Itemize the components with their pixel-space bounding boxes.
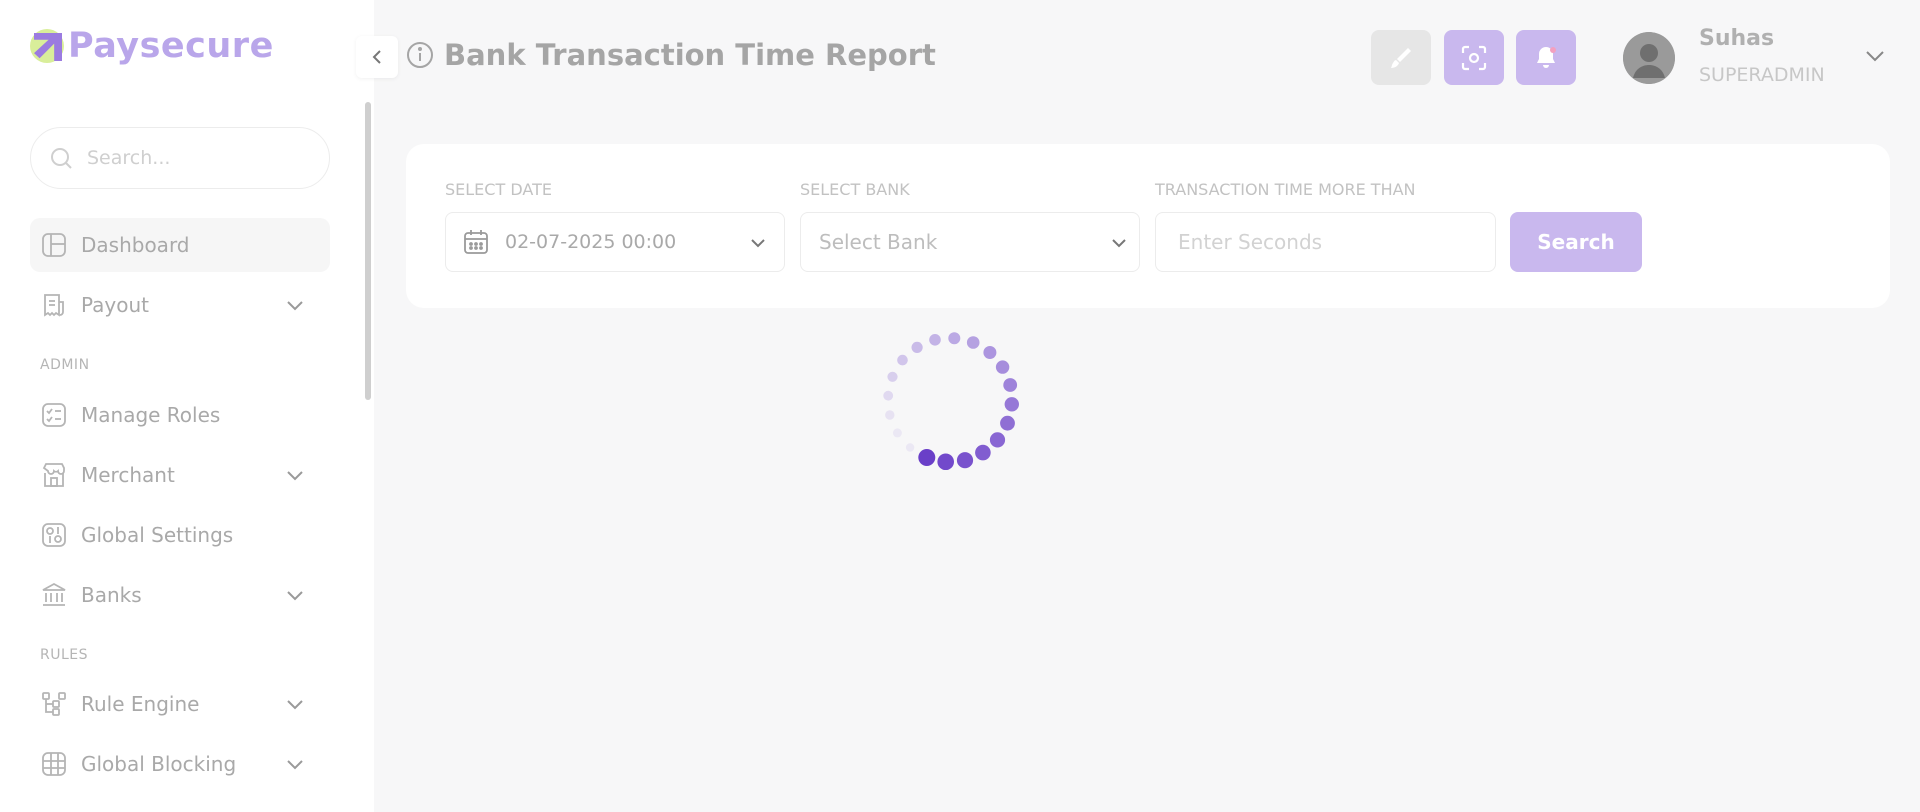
- spinner-dot: [905, 443, 915, 452]
- brush-icon: [1391, 47, 1411, 68]
- spinner-dot: [885, 410, 895, 420]
- chevron-down-icon: [1112, 239, 1126, 248]
- spinner-dot: [956, 452, 974, 469]
- sidebar-scrollbar[interactable]: [365, 102, 371, 400]
- select-bank-label: SELECT BANK: [800, 180, 910, 199]
- sidebar-item-label: Rule Engine: [81, 692, 200, 716]
- spinner-dot: [897, 354, 908, 366]
- dashboard-icon: [42, 233, 66, 257]
- spinner-dot: [983, 346, 997, 359]
- spinner-dot: [975, 444, 991, 461]
- chevron-down-icon: [287, 700, 303, 710]
- spinner-dot: [989, 432, 1006, 448]
- brand-name: Paysecure: [68, 26, 274, 66]
- chevron-down-icon: [287, 301, 303, 311]
- user-role: SUPERADMIN: [1699, 64, 1825, 86]
- sidebar-item-dashboard[interactable]: Dashboard: [30, 218, 330, 272]
- sidebar-item-label: Banks: [81, 583, 142, 607]
- chevron-left-icon: [372, 50, 381, 64]
- avatar[interactable]: [1623, 32, 1675, 84]
- calendar-icon: [464, 230, 488, 254]
- brand-logo[interactable]: Paysecure: [30, 26, 274, 66]
- user-name: Suhas: [1699, 26, 1775, 51]
- filter-card: SELECT DATE 02-07-2025 00:00 SELECT BANK…: [406, 144, 1890, 308]
- date-value: 02-07-2025 00:00: [505, 231, 677, 253]
- info-icon[interactable]: [406, 41, 434, 69]
- rule-engine-icon: [42, 692, 66, 716]
- spinner-dot: [966, 336, 980, 349]
- sidebar-item-label: Payout: [81, 293, 150, 317]
- transaction-time-label: TRANSACTION TIME MORE THAN: [1155, 180, 1416, 199]
- user-avatar-icon: [1623, 32, 1675, 84]
- sidebar-item-label: Global Settings: [81, 523, 234, 547]
- chevron-down-icon: [287, 760, 303, 770]
- sidebar-item-payout[interactable]: Payout: [30, 278, 330, 332]
- payout-icon: [44, 294, 64, 317]
- focus-icon: [1461, 45, 1487, 70]
- sidebar: Paysecure Dashboard Payout ADMIN Manage …: [0, 0, 374, 812]
- loading-spinner: [883, 332, 1019, 470]
- chevron-down-icon: [287, 471, 303, 481]
- global-blocking-icon: [42, 752, 66, 776]
- logo-mark-icon: [30, 29, 64, 63]
- sidebar-item-label: Merchant: [81, 463, 175, 487]
- search-icon: [51, 148, 72, 169]
- screenshot-button[interactable]: [1444, 30, 1504, 85]
- sidebar-item-rule-engine[interactable]: Rule Engine: [30, 677, 330, 731]
- section-label-rules: RULES: [40, 647, 89, 663]
- roles-icon: [42, 403, 66, 427]
- spinner-dot: [995, 360, 1010, 374]
- sidebar-item-label: Global Blocking: [81, 752, 237, 776]
- sidebar-item-banks[interactable]: Banks: [30, 568, 330, 622]
- seconds-field-wrapper: [1155, 212, 1496, 272]
- page-title: Bank Transaction Time Report: [444, 38, 936, 72]
- bank-select[interactable]: Select Bank: [800, 212, 1140, 272]
- spinner-dot: [911, 341, 923, 353]
- spinner-dot: [937, 453, 954, 470]
- theme-brush-button[interactable]: [1371, 30, 1431, 85]
- sidebar-item-label: Dashboard: [81, 233, 190, 257]
- bank-select-placeholder: Select Bank: [819, 230, 938, 254]
- spinner-dot: [892, 428, 902, 438]
- spinner-dot: [887, 371, 898, 382]
- collapse-sidebar-button[interactable]: [356, 36, 398, 78]
- merchant-icon: [42, 463, 65, 487]
- spinner-dot: [948, 332, 961, 345]
- bell-icon: [1537, 46, 1556, 68]
- select-date-label: SELECT DATE: [445, 180, 552, 199]
- sidebar-search: [30, 127, 330, 189]
- spinner-dot: [1004, 397, 1019, 412]
- sidebar-item-merchant[interactable]: Merchant: [30, 448, 330, 502]
- spinner-dot: [883, 390, 894, 401]
- spinner-dot: [1000, 415, 1015, 431]
- sidebar-item-label: Manage Roles: [81, 403, 221, 427]
- notifications-button[interactable]: [1516, 30, 1576, 85]
- sidebar-search-input[interactable]: [87, 147, 307, 169]
- page-header: Bank Transaction Time Report: [406, 38, 936, 72]
- sidebar-item-global-blocking[interactable]: Global Blocking: [30, 737, 330, 791]
- spinner-dot: [1003, 378, 1018, 392]
- seconds-input[interactable]: [1178, 230, 1478, 254]
- sidebar-item-global-settings[interactable]: Global Settings: [30, 508, 330, 562]
- section-label-admin: ADMIN: [40, 357, 90, 373]
- sidebar-item-manage-roles[interactable]: Manage Roles: [30, 388, 330, 442]
- chevron-down-icon: [751, 239, 765, 248]
- date-picker[interactable]: 02-07-2025 00:00: [445, 212, 785, 272]
- spinner-dot: [929, 334, 941, 346]
- spinner-dot: [918, 449, 936, 466]
- user-menu-chevron-icon[interactable]: [1864, 45, 1886, 67]
- bank-icon: [42, 582, 66, 606]
- settings-icon: [42, 523, 66, 547]
- search-button[interactable]: Search: [1510, 212, 1642, 272]
- chevron-down-icon: [287, 591, 303, 601]
